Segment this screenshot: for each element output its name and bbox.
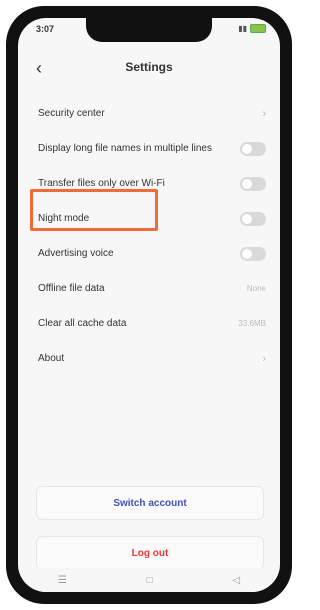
camera-notch <box>86 18 212 42</box>
status-time: 3:07 <box>36 24 55 34</box>
security-center-item[interactable]: Security center › <box>18 96 280 131</box>
offline-file-data-item[interactable]: Offline file data None <box>18 271 280 306</box>
security-center-label: Security center <box>38 108 105 119</box>
wifi-only-label: Transfer files only over Wi-Fi <box>38 178 165 189</box>
offline-file-data-value: None <box>246 284 266 293</box>
chevron-right-icon: › <box>262 352 266 365</box>
battery-icon <box>250 24 266 33</box>
system-nav-bar: ☰ □ ◁ <box>18 568 280 592</box>
long-file-names-label: Display long file names in multiple line… <box>38 143 212 154</box>
header: ‹ Settings <box>18 56 280 86</box>
advertising-voice-item: Advertising voice <box>18 236 280 271</box>
signal-icon: ▮▮ <box>238 24 247 33</box>
menu-nav-icon[interactable]: ☰ <box>58 575 67 586</box>
highlight-box <box>30 189 158 231</box>
offline-file-data-label: Offline file data <box>38 283 105 294</box>
back-nav-icon[interactable]: ◁ <box>232 575 240 586</box>
advertising-voice-label: Advertising voice <box>38 248 114 259</box>
log-out-button[interactable]: Log out <box>36 536 264 570</box>
home-nav-icon[interactable]: □ <box>147 575 153 586</box>
phone-frame: 3:07 ▮▮ ‹ Settings Security center › Dis… <box>6 6 292 604</box>
clear-cache-item[interactable]: Clear all cache data 33.6MB <box>18 306 280 341</box>
chevron-right-icon: › <box>262 107 266 120</box>
long-file-names-item: Display long file names in multiple line… <box>18 131 280 166</box>
screen: 3:07 ▮▮ ‹ Settings Security center › Dis… <box>18 18 280 592</box>
clear-cache-label: Clear all cache data <box>38 318 127 329</box>
switch-account-button[interactable]: Switch account <box>36 486 264 520</box>
status-icons: ▮▮ <box>238 24 266 33</box>
page-title: Settings <box>125 60 173 74</box>
night-mode-toggle[interactable] <box>240 211 266 226</box>
advertising-voice-toggle[interactable] <box>240 246 266 261</box>
clear-cache-value: 33.6MB <box>238 319 266 328</box>
about-label: About <box>38 353 65 364</box>
long-file-names-toggle[interactable] <box>240 141 266 156</box>
wifi-only-toggle[interactable] <box>240 176 266 191</box>
about-item[interactable]: About › <box>18 341 280 376</box>
settings-list: Security center › Display long file name… <box>18 96 280 376</box>
